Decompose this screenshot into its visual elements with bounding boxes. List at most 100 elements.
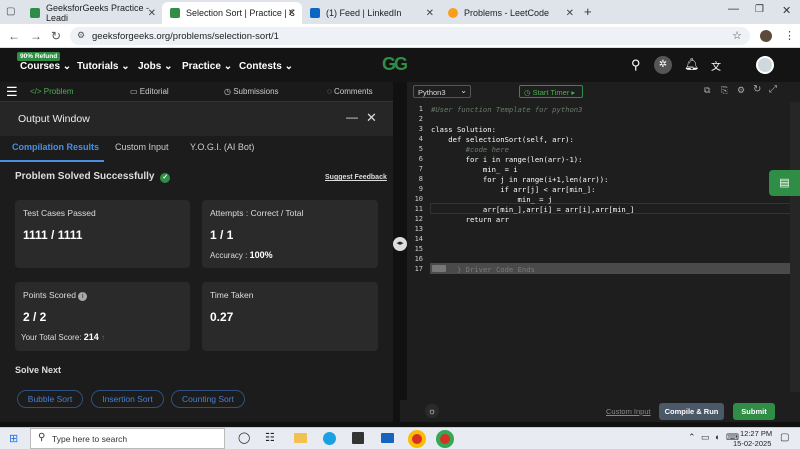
search-icon[interactable]: ⚲ bbox=[631, 57, 641, 73]
linkedin-favicon-icon bbox=[310, 8, 320, 18]
next-problem-insertion-sort[interactable]: Insertion Sort bbox=[91, 390, 164, 408]
editor-action-bar: ☼ Custom Input Compile & Run Submit bbox=[400, 400, 800, 422]
new-tab-icon[interactable]: + bbox=[584, 4, 592, 19]
problem-tabs: ☰ </> Problem ▭ Editorial ◷ Submissions … bbox=[0, 82, 400, 102]
tab-linkedin[interactable]: (1) Feed | LinkedIn ✕ bbox=[302, 2, 440, 24]
hamburger-menu-icon[interactable]: ☰ bbox=[6, 84, 18, 100]
url-input[interactable]: ⚙ geeksforgeeks.org/problems/selection-s… bbox=[70, 27, 750, 45]
notification-bell-icon[interactable]: 🔔︎ bbox=[684, 57, 699, 71]
fullscreen-icon[interactable]: ⧉ bbox=[704, 85, 710, 96]
next-problem-bubble-sort[interactable]: Bubble Sort bbox=[17, 390, 83, 408]
expand-icon[interactable]: ⤢ bbox=[769, 84, 777, 95]
tray-chevron-icon[interactable]: ⌃ bbox=[688, 432, 696, 443]
tab-submissions[interactable]: ◷ Submissions bbox=[224, 87, 279, 96]
close-tab-icon[interactable]: ✕ bbox=[148, 8, 156, 19]
info-icon[interactable]: i bbox=[78, 292, 88, 301]
chrome-icon-2[interactable] bbox=[436, 430, 454, 448]
clock-time[interactable]: 12:27 PM bbox=[740, 429, 772, 438]
nav-label: Practice bbox=[182, 61, 221, 72]
reset-code-icon[interactable]: ↻ bbox=[753, 84, 761, 95]
forward-icon[interactable]: → bbox=[30, 29, 42, 43]
tab-problem[interactable]: </> Problem bbox=[30, 87, 74, 96]
code-line: #code here bbox=[431, 145, 509, 154]
suggest-feedback-link[interactable]: Suggest Feedback bbox=[325, 174, 387, 181]
settings-icon[interactable]: ⚙ bbox=[737, 85, 745, 96]
nav-jobs[interactable]: Jobs ⌄ bbox=[138, 61, 173, 72]
reload-icon[interactable]: ↻ bbox=[51, 29, 61, 43]
site-info-icon[interactable]: ⚙ bbox=[77, 30, 85, 41]
tab-custom-input[interactable]: Custom Input bbox=[115, 142, 169, 152]
points-value: 2 / 2 bbox=[23, 310, 47, 324]
clock-date[interactable]: 15-02-2025 bbox=[733, 439, 771, 448]
tab-selection-sort[interactable]: Selection Sort | Practice | Geek ✕ bbox=[162, 2, 302, 24]
task-view-icon[interactable]: ◯ bbox=[238, 431, 250, 444]
submit-button[interactable]: Submit bbox=[733, 403, 775, 420]
compile-run-button[interactable]: Compile & Run bbox=[659, 403, 724, 420]
mail-icon[interactable] bbox=[381, 433, 394, 443]
refund-badge: 90% Refund bbox=[17, 52, 61, 61]
resize-handle-icon[interactable]: ◂▸ bbox=[393, 237, 407, 251]
custom-input-link[interactable]: Custom Input bbox=[606, 407, 651, 416]
start-timer-button[interactable]: ◷ Start Timer ▸ bbox=[519, 85, 583, 98]
language-select[interactable]: Python3 ⌄ bbox=[413, 85, 471, 98]
close-tab-icon[interactable]: ✕ bbox=[288, 8, 296, 19]
tab-yogi-ai-bot[interactable]: Y.O.G.I. (AI Bot) bbox=[190, 142, 254, 152]
menu-kebab-icon[interactable]: ⋮ bbox=[784, 29, 795, 42]
tab-actions-icon[interactable]: ▢ bbox=[6, 6, 15, 17]
taskbar-search-input[interactable]: ⚲ Type here to search bbox=[30, 428, 225, 449]
code-line: for i in range(len(arr)-1): bbox=[431, 155, 583, 164]
arrow-up-icon: ↑ bbox=[100, 333, 105, 342]
chrome-icon[interactable] bbox=[408, 430, 426, 448]
minimize-output-icon[interactable]: — bbox=[346, 110, 358, 124]
accuracy-label: Accuracy : bbox=[210, 251, 248, 260]
notification-center-icon[interactable]: ▢ bbox=[780, 432, 789, 443]
close-tab-icon[interactable]: ✕ bbox=[426, 8, 434, 19]
file-explorer-icon[interactable] bbox=[294, 433, 307, 443]
time-taken-value: 0.27 bbox=[210, 310, 234, 324]
bookmark-star-icon[interactable]: ☆ bbox=[732, 29, 742, 42]
edge-icon[interactable] bbox=[323, 432, 336, 445]
theme-toggle-icon[interactable]: ✲ bbox=[654, 56, 672, 74]
split-divider[interactable]: ◂▸ bbox=[393, 82, 407, 422]
tab-editorial[interactable]: ▭ Editorial bbox=[130, 87, 169, 96]
tab-comments[interactable]: ◌ Comments bbox=[327, 87, 373, 96]
code-line: class Solution: bbox=[431, 125, 496, 134]
nav-courses[interactable]: Courses ⌄ bbox=[20, 61, 71, 72]
code-line: } Driver Code Ends bbox=[457, 265, 535, 274]
next-problem-counting-sort[interactable]: Counting Sort bbox=[171, 390, 245, 408]
start-timer-label: Start Timer bbox=[532, 88, 570, 97]
nav-contests[interactable]: Contests ⌄ bbox=[239, 61, 293, 72]
user-avatar[interactable] bbox=[756, 56, 774, 74]
editor-scrollbar[interactable] bbox=[790, 102, 800, 392]
store-icon[interactable] bbox=[352, 432, 364, 444]
close-window-icon[interactable]: ✕ bbox=[782, 4, 791, 17]
tab-label: GeeksforGeeks Practice - Leadi bbox=[46, 3, 150, 23]
restore-window-icon[interactable]: ❐ bbox=[755, 4, 764, 15]
translate-icon[interactable]: 文 bbox=[711, 58, 721, 73]
tab-gfg-practice[interactable]: GeeksforGeeks Practice - Leadi ✕ bbox=[22, 2, 162, 24]
close-tab-icon[interactable]: ✕ bbox=[566, 8, 574, 19]
widgets-icon[interactable]: ☷ bbox=[265, 431, 275, 444]
nav-practice[interactable]: Practice ⌄ bbox=[182, 61, 232, 72]
windows-start-icon[interactable]: ⊞ bbox=[9, 432, 18, 445]
tab-compilation-results[interactable]: Compilation Results bbox=[12, 142, 99, 152]
chat-fab[interactable]: ▤ bbox=[769, 170, 800, 196]
code-area[interactable]: #User function Template for python3 clas… bbox=[407, 102, 800, 382]
back-icon[interactable]: ← bbox=[8, 29, 20, 43]
total-score-label: Your Total Score: bbox=[21, 333, 82, 342]
close-output-icon[interactable]: ✕ bbox=[366, 110, 377, 126]
network-icon[interactable]: ▭ bbox=[701, 432, 710, 443]
theme-sun-icon[interactable]: ☼ bbox=[425, 404, 439, 418]
volume-icon[interactable]: ◖ bbox=[714, 432, 719, 442]
copy-icon[interactable]: ⎘ bbox=[721, 85, 728, 96]
nav-tutorials[interactable]: Tutorials ⌄ bbox=[77, 61, 130, 72]
url-text: geeksforgeeks.org/problems/selection-sor… bbox=[92, 30, 279, 42]
total-score-row: Your Total Score: 214 ↑ bbox=[21, 332, 105, 342]
tab-leetcode[interactable]: Problems - LeetCode ✕ bbox=[440, 2, 580, 24]
fold-marker[interactable] bbox=[432, 265, 446, 272]
code-line: for j in range(i+1,len(arr)): bbox=[431, 175, 609, 184]
profile-avatar[interactable] bbox=[760, 30, 772, 42]
minimize-window-icon[interactable]: — bbox=[728, 3, 739, 15]
time-taken-label: Time Taken bbox=[210, 290, 254, 300]
gfg-logo[interactable]: GG bbox=[382, 54, 408, 75]
